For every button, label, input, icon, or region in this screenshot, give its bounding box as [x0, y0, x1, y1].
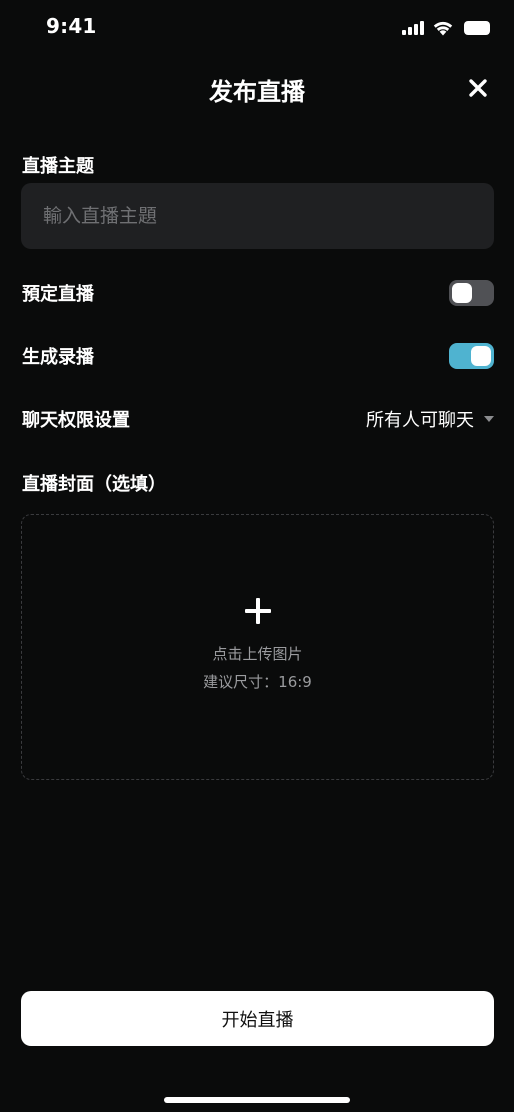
battery-icon	[464, 21, 490, 35]
start-live-button[interactable]: 开始直播	[21, 991, 494, 1046]
schedule-toggle[interactable]	[449, 280, 494, 306]
wifi-icon	[433, 21, 453, 36]
topic-label: 直播主题	[22, 156, 94, 177]
upload-hint: 建议尺寸：16:9	[203, 673, 312, 691]
chat-permission-value: 所有人可聊天	[366, 410, 474, 431]
chat-permission-select[interactable]: 所有人可聊天	[366, 406, 494, 432]
header: 发布直播	[0, 64, 514, 112]
chat-permission-label: 聊天权限设置	[22, 410, 130, 431]
cover-upload-area[interactable]: 点击上传图片 建议尺寸：16:9	[21, 514, 494, 780]
toggle-knob	[452, 283, 472, 303]
topic-input[interactable]	[21, 183, 494, 249]
cellular-signal-icon	[402, 21, 424, 35]
live-publish-screen: 9:41 发布直播 直播主题 預定直播	[0, 0, 514, 1112]
recording-row: 生成录播	[22, 340, 494, 372]
schedule-label: 預定直播	[22, 284, 94, 305]
upload-text: 点击上传图片	[212, 645, 303, 663]
home-indicator	[164, 1097, 350, 1103]
close-button[interactable]	[464, 74, 492, 102]
chat-permission-row: 聊天权限设置 所有人可聊天	[22, 403, 494, 435]
toggle-knob	[471, 346, 491, 366]
status-icons	[402, 18, 490, 38]
recording-toggle[interactable]	[449, 343, 494, 369]
recording-label: 生成录播	[22, 347, 94, 368]
status-time: 9:41	[46, 14, 97, 38]
schedule-row: 預定直播	[22, 277, 494, 309]
caret-down-icon	[484, 416, 494, 422]
page-title: 发布直播	[209, 78, 305, 106]
plus-icon	[244, 598, 271, 624]
close-icon	[469, 79, 487, 97]
status-bar: 9:41	[0, 0, 514, 54]
cover-label: 直播封面（选填）	[22, 474, 166, 495]
